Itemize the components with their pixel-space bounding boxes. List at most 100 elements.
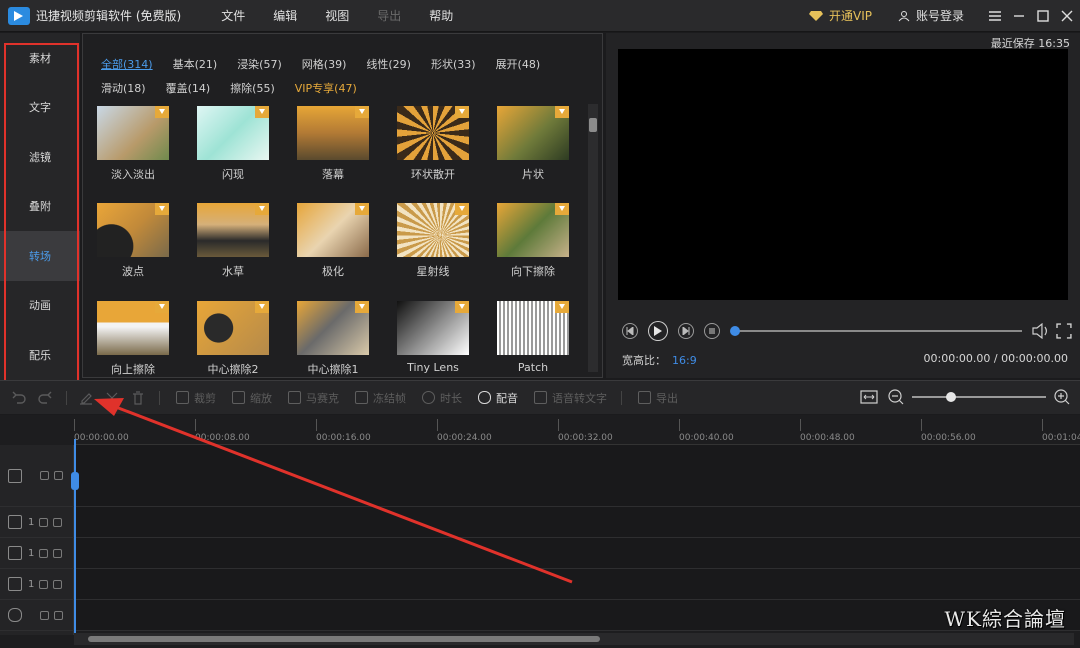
prev-frame-icon[interactable]	[622, 323, 638, 339]
redo-icon[interactable]	[38, 391, 52, 405]
category-media[interactable]: 素材	[0, 33, 80, 83]
speaker-icon[interactable]	[53, 579, 63, 589]
delete-icon[interactable]	[131, 390, 145, 405]
library-scroll-thumb[interactable]	[589, 118, 597, 132]
edit-icon[interactable]	[79, 391, 93, 405]
library-scrollbar[interactable]	[588, 104, 598, 372]
ruler-tick: 00:00:48.00	[800, 419, 855, 443]
duration-button[interactable]: 时长	[422, 390, 462, 406]
transition-label: 水草	[222, 265, 244, 278]
filter-grid[interactable]: 网格(39)	[302, 56, 347, 72]
timeline-scrollbar[interactable]	[74, 633, 1074, 645]
stop-icon[interactable]	[703, 323, 720, 339]
transition-item[interactable]: 极化	[297, 203, 369, 279]
menu-icon[interactable]	[984, 5, 1006, 27]
transition-item[interactable]: 环状散开	[397, 106, 469, 182]
transition-item[interactable]: 向下擦除	[497, 203, 569, 279]
filter-cover[interactable]: 覆盖(14)	[166, 80, 211, 96]
minimize-icon[interactable]	[1008, 5, 1030, 27]
eye-icon[interactable]	[54, 471, 63, 480]
fullscreen-icon[interactable]	[1056, 323, 1072, 339]
main-video-track[interactable]	[74, 445, 1080, 507]
crop-button[interactable]: 裁剪	[176, 390, 216, 406]
filter-basic[interactable]: 基本(21)	[173, 56, 218, 72]
menu-help[interactable]: 帮助	[415, 7, 467, 24]
mosaic-button[interactable]: 马赛克	[288, 390, 339, 406]
lock-icon[interactable]	[40, 471, 49, 480]
transition-item[interactable]: 淡入淡出	[97, 106, 169, 182]
playback-progress[interactable]	[729, 326, 1023, 336]
next-frame-icon[interactable]	[677, 323, 694, 339]
transition-item[interactable]: Patch	[497, 301, 569, 377]
close-icon[interactable]	[1056, 5, 1078, 27]
timeline-ruler[interactable]: 00:00:00.00 00:00:08.00 00:00:16.00 00:0…	[74, 415, 1080, 445]
speaker-icon[interactable]	[54, 610, 63, 620]
music-track[interactable]	[74, 569, 1080, 600]
volume-icon[interactable]	[1032, 323, 1050, 339]
clock-icon	[422, 391, 435, 404]
speech-to-text-button[interactable]: 语音转文字	[534, 390, 607, 406]
filter-vip[interactable]: VIP专享(47)	[295, 80, 357, 96]
transition-item[interactable]: 星射线	[397, 203, 469, 279]
freeze-frame-button[interactable]: 冻结帧	[355, 390, 406, 406]
transition-item[interactable]: 波点	[97, 203, 169, 279]
lock-icon[interactable]	[39, 517, 49, 527]
zoom-effect-button[interactable]: 缩放	[232, 390, 272, 406]
timeline-scroll-thumb[interactable]	[88, 636, 600, 642]
transition-item[interactable]: 落幕	[297, 106, 369, 182]
filter-dye[interactable]: 浸染(57)	[237, 56, 282, 72]
playhead-handle[interactable]	[71, 472, 79, 490]
category-transition[interactable]: 转场	[0, 231, 80, 281]
category-text[interactable]: 文字	[0, 83, 80, 133]
zoom-slider-knob[interactable]	[946, 392, 956, 402]
maximize-icon[interactable]	[1032, 5, 1054, 27]
play-icon[interactable]	[647, 321, 668, 341]
voiceover-button[interactable]: 配音	[478, 390, 518, 406]
zoom-in-icon[interactable]	[1054, 389, 1070, 405]
lock-icon[interactable]	[40, 610, 49, 620]
voice-track[interactable]	[74, 600, 1080, 631]
eye-icon[interactable]	[53, 517, 63, 527]
filter-all[interactable]: 全部(314)	[101, 56, 153, 72]
filter-shape[interactable]: 形状(33)	[431, 56, 476, 72]
transition-item[interactable]: 向上擦除	[97, 301, 169, 377]
video-track[interactable]	[74, 507, 1080, 538]
category-filter[interactable]: 滤镜	[0, 132, 80, 182]
transition-item[interactable]: 中心擦除2	[197, 301, 269, 377]
category-overlay[interactable]: 叠附	[0, 182, 80, 232]
filter-expand[interactable]: 展开(48)	[496, 56, 541, 72]
menu-file[interactable]: 文件	[207, 7, 259, 24]
undo-icon[interactable]	[12, 391, 26, 405]
playhead[interactable]	[74, 439, 76, 639]
transition-item[interactable]: 水草	[197, 203, 269, 279]
zoom-slider[interactable]	[912, 392, 1046, 402]
menu-export[interactable]: 导出	[363, 7, 415, 24]
lock-icon[interactable]	[39, 579, 49, 589]
transition-item[interactable]: 中心擦除1	[297, 301, 369, 377]
transition-item[interactable]: Tiny Lens	[397, 301, 469, 377]
login-button[interactable]: 账号登录	[898, 7, 964, 24]
menu-edit[interactable]: 编辑	[259, 7, 311, 24]
progress-knob[interactable]	[729, 326, 740, 336]
menu-view[interactable]: 视图	[311, 7, 363, 24]
filter-wipe[interactable]: 擦除(55)	[230, 80, 275, 96]
filter-slide[interactable]: 滑动(18)	[101, 80, 146, 96]
transition-thumbnail	[397, 106, 469, 160]
aspect-ratio[interactable]: 宽高比： 16:9	[622, 352, 697, 368]
transition-item[interactable]: 片状	[497, 106, 569, 182]
download-icon	[355, 301, 369, 313]
lock-icon[interactable]	[39, 548, 49, 558]
transition-item[interactable]: 闪现	[197, 106, 269, 182]
aspect-ratio-value[interactable]: 16:9	[672, 354, 697, 367]
filter-linear[interactable]: 线性(29)	[366, 56, 411, 72]
export-button[interactable]: 导出	[638, 390, 678, 406]
transition-label: 落幕	[322, 168, 344, 181]
cut-icon[interactable]	[105, 391, 119, 405]
category-music[interactable]: 配乐	[0, 330, 80, 380]
eye-icon[interactable]	[53, 548, 63, 558]
fit-timeline-icon[interactable]	[860, 390, 878, 404]
text-track[interactable]	[74, 538, 1080, 569]
vip-button[interactable]: 开通VIP	[808, 7, 872, 24]
zoom-out-icon[interactable]	[888, 389, 904, 405]
category-animation[interactable]: 动画	[0, 281, 80, 331]
